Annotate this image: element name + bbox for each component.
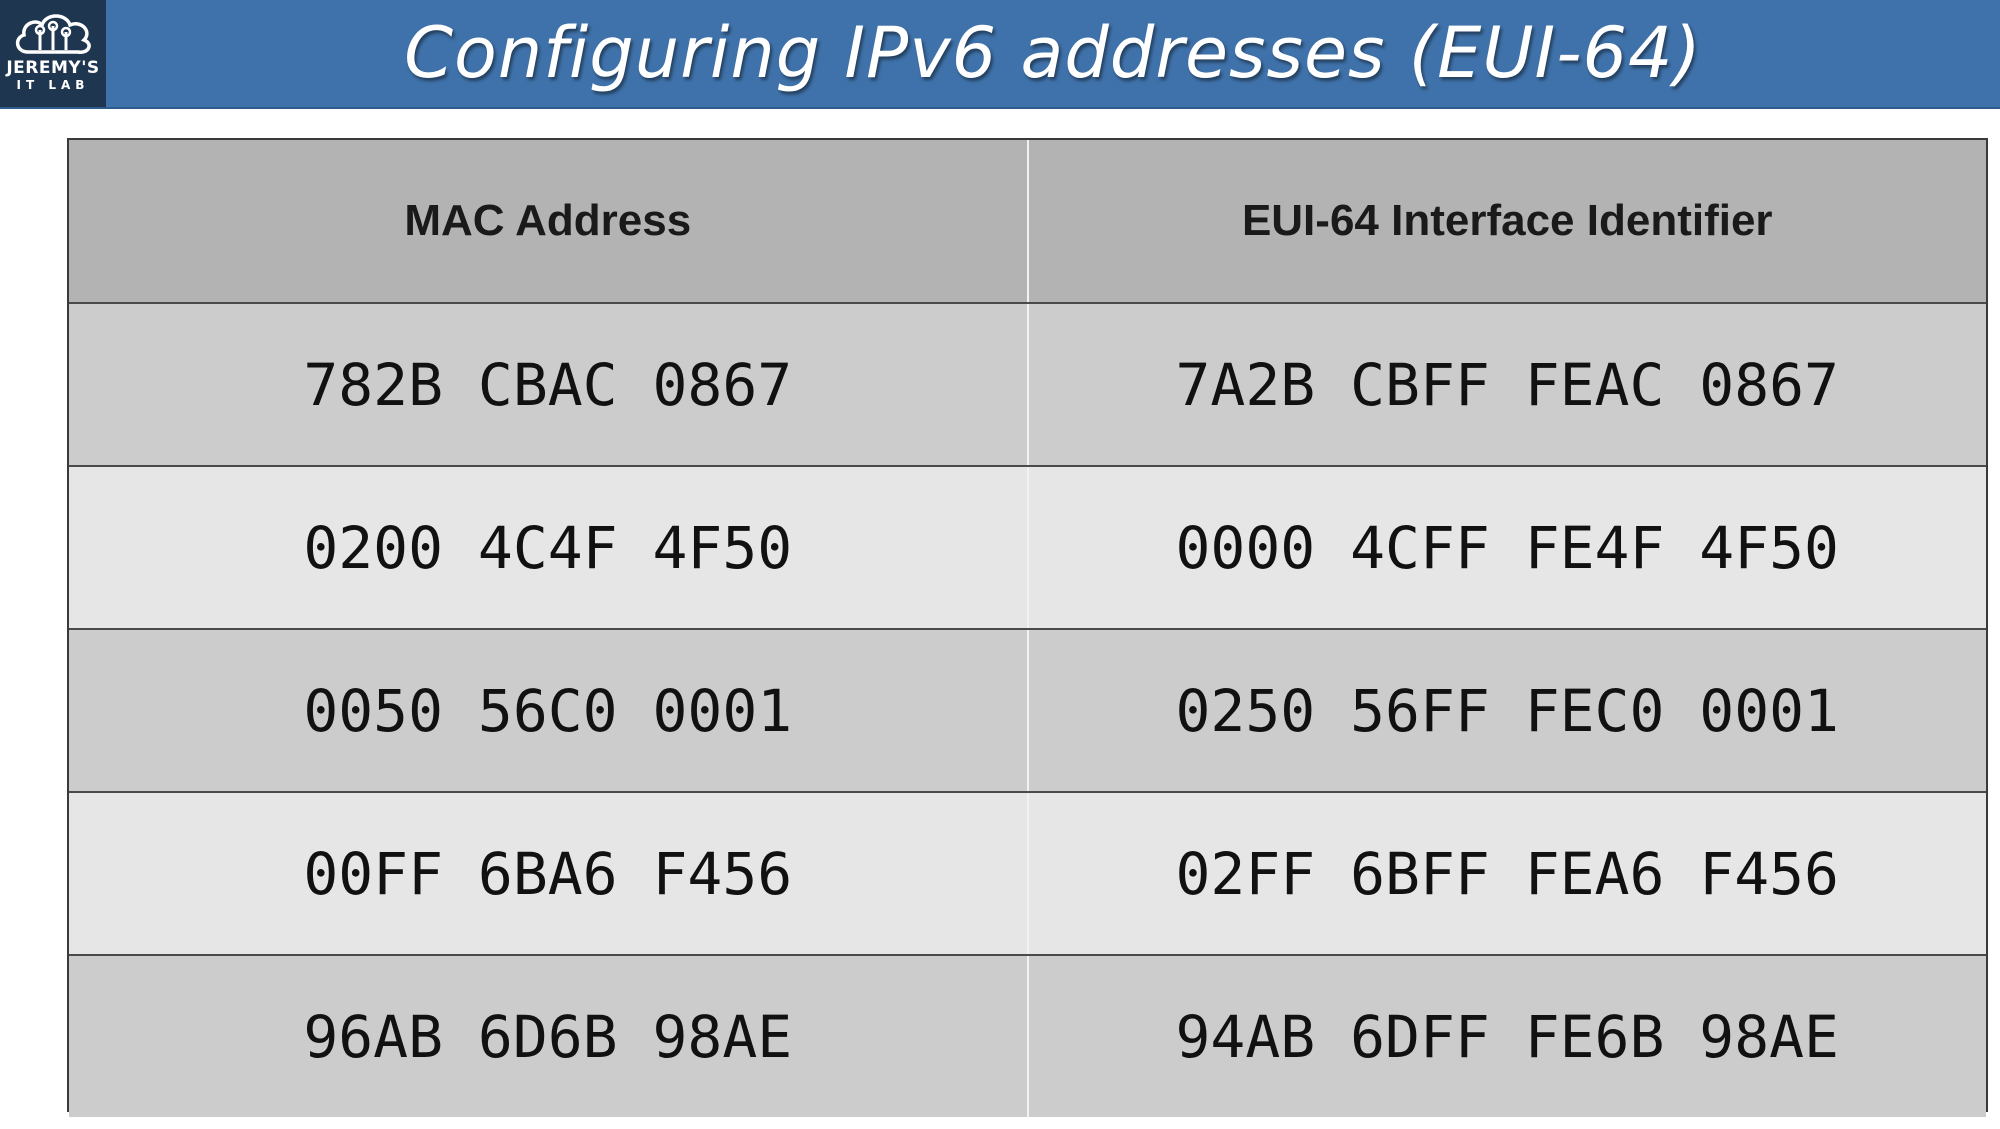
page-title: Configuring IPv6 addresses (EUI-64)	[404, 12, 1702, 94]
table-row: 0200 4C4F 4F50 0000 4CFF FE4F 4F50	[69, 466, 1986, 630]
eui64-cell: 0250 56FF FEC0 0001	[1027, 629, 1986, 793]
mac-address-cell: 00FF 6BA6 F456	[69, 792, 1029, 956]
table-row: 00FF 6BA6 F456 02FF 6BFF FEA6 F456	[69, 792, 1986, 956]
table-row: 782B CBAC 0867 7A2B CBFF FEAC 0867	[69, 303, 1986, 467]
mac-address-cell: 782B CBAC 0867	[69, 303, 1029, 467]
mac-address-cell: 96AB 6D6B 98AE	[69, 955, 1029, 1117]
column-header-eui64: EUI-64 Interface Identifier	[1027, 140, 1986, 304]
eui64-cell: 02FF 6BFF FEA6 F456	[1027, 792, 1986, 956]
logo: JEREMY'S IT LAB	[0, 0, 106, 107]
eui64-cell: 0000 4CFF FE4F 4F50	[1027, 466, 1986, 630]
mac-address-cell: 0050 56C0 0001	[69, 629, 1029, 793]
cloud-icon	[15, 14, 91, 54]
conversion-table: MAC Address EUI-64 Interface Identifier …	[67, 138, 1988, 1117]
table-row: 96AB 6D6B 98AE 94AB 6DFF FE6B 98AE	[69, 955, 1986, 1117]
mac-address-cell: 0200 4C4F 4F50	[69, 466, 1029, 630]
eui64-cell: 7A2B CBFF FEAC 0867	[1027, 303, 1986, 467]
column-header-mac: MAC Address	[69, 140, 1029, 304]
slide: JEREMY'S IT LAB Configuring IPv6 address…	[0, 0, 2000, 1129]
logo-subname: IT LAB	[16, 78, 90, 92]
title-bar: JEREMY'S IT LAB Configuring IPv6 address…	[0, 0, 2000, 109]
table-row: 0050 56C0 0001 0250 56FF FEC0 0001	[69, 629, 1986, 793]
logo-name: JEREMY'S	[6, 58, 100, 78]
table-header-row: MAC Address EUI-64 Interface Identifier	[69, 140, 1986, 304]
eui64-cell: 94AB 6DFF FE6B 98AE	[1027, 955, 1986, 1117]
